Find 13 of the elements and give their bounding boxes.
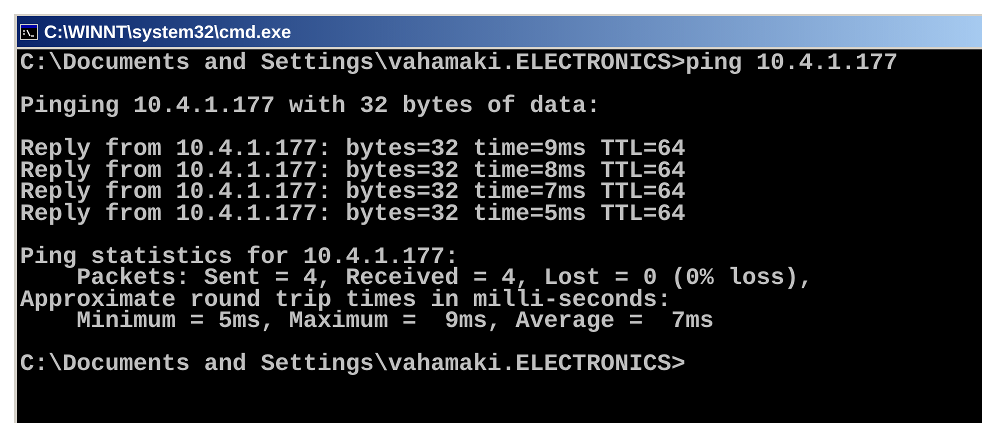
console-icon — [20, 24, 38, 40]
console-line: Approximate round trip times in milli-seconds: — [20, 290, 672, 311]
console-line: Reply from 10.4.1.177: bytes=32 time=5ms TTL=64 — [20, 204, 686, 225]
console-line: Packets: Sent = 4, Received = 4, Lost = 0 (0% loss), — [76, 268, 813, 290]
console-line: Reply from 10.4.1.177: bytes=32 time=7ms TTL=64 — [20, 182, 686, 204]
console-line: Reply from 10.4.1.177: bytes=32 time=8ms TTL=64 — [20, 160, 686, 182]
console-line: Ping statistics for 10.4.1.177: — [20, 246, 459, 268]
console-line: C:\Documents and Settings\vahamaki.ELECTRONICS> — [20, 354, 686, 376]
window-title: C:\WINNT\system32\cmd.exe — [44, 22, 292, 40]
console-line: Minimum = 5ms, Maximum = 9ms, Average = 7ms — [76, 311, 714, 332]
console-line: Pinging 10.4.1.177 with 32 bytes of data: — [20, 96, 601, 118]
console-line: Reply from 10.4.1.177: bytes=32 time=9ms TTL=64 — [20, 139, 686, 160]
console-line: C:\Documents and Settings\vahamaki.ELECTRONICS>ping 10.4.1.177 — [20, 53, 898, 74]
